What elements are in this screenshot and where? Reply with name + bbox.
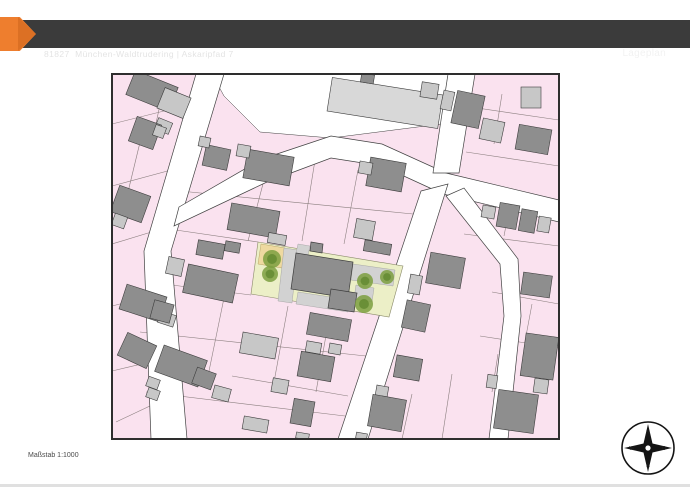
compass-label-north: N [646, 430, 650, 436]
building [533, 378, 549, 394]
building [518, 209, 538, 233]
building [520, 333, 559, 380]
building [393, 355, 422, 381]
building [420, 82, 439, 99]
building [165, 257, 184, 277]
tree [359, 299, 369, 309]
building [271, 378, 289, 395]
building [358, 161, 373, 175]
building [486, 374, 498, 388]
header-address: 81827 München-Waldtrudering | Askaripfad… [44, 40, 234, 68]
compass-label-south: S [646, 464, 650, 470]
site-plan-map [111, 73, 560, 440]
building [236, 144, 251, 158]
subject-building [328, 289, 357, 312]
tree [383, 273, 391, 281]
building [493, 389, 538, 433]
tree [266, 270, 275, 279]
tree [267, 254, 277, 264]
building [290, 398, 315, 426]
building [521, 272, 553, 298]
building [515, 124, 552, 154]
building [360, 74, 374, 84]
subject-building [310, 242, 323, 253]
building [353, 218, 375, 240]
building [224, 241, 241, 253]
building [496, 202, 520, 229]
building [426, 252, 466, 289]
compass-center [645, 445, 650, 450]
building [481, 205, 496, 219]
compass-label-east: O [662, 446, 667, 452]
compass-label-west: W [629, 446, 635, 452]
building [198, 136, 211, 148]
site-plan-svg [112, 74, 559, 439]
page-title: Lageplan [622, 40, 666, 68]
building [479, 118, 505, 143]
tree [361, 277, 370, 286]
building [521, 87, 541, 108]
header-bar: 81827 München-Waldtrudering | Askaripfad… [0, 20, 690, 48]
building [367, 394, 406, 431]
compass-rose-icon: N O S W [619, 419, 677, 477]
building [328, 343, 342, 355]
page: 81827 München-Waldtrudering | Askaripfad… [0, 0, 690, 487]
scale-label: Maßstab 1:1000 [28, 452, 79, 459]
building [537, 216, 551, 233]
building [366, 157, 406, 192]
